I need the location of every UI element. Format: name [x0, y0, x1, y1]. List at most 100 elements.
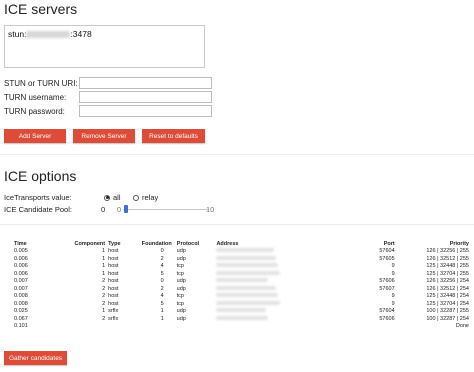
cell-type: srflx — [108, 308, 119, 315]
redacted-address — [216, 255, 277, 260]
cell-time: 0.006 — [14, 255, 28, 262]
radio-relay[interactable] — [133, 194, 139, 201]
header-port: Port — [383, 240, 395, 247]
redacted-address — [216, 285, 277, 290]
pool-label: ICE Candidate Pool: — [4, 205, 72, 214]
pool-slider-thumb[interactable] — [124, 205, 128, 213]
redacted-address — [216, 308, 267, 313]
cell-port: 57604 — [379, 248, 395, 255]
cell-address — [212, 293, 345, 299]
password-input[interactable] — [79, 105, 212, 117]
cell-port: 57606 — [379, 315, 395, 322]
cell-component: 1 — [102, 248, 106, 255]
transport-all-option[interactable]: all — [104, 193, 121, 202]
gather-candidates-button[interactable]: Gather candidates — [4, 351, 67, 365]
cell-type: host — [108, 270, 119, 277]
cell-time: 0.025 — [14, 308, 28, 315]
cell-address — [212, 263, 345, 269]
table-row: 0.006 1 host 4 tcp 9 125 | 32448 | 255 — [14, 263, 469, 271]
cell-time: 0.007 — [14, 285, 28, 292]
cell-priority: 125 | 32704 | 255 — [426, 270, 469, 277]
candidate-rows: 0.005 1 host 0 udp 57604 126 | 32256 | 255 0.00… — [14, 248, 469, 331]
cell-component: 2 — [102, 278, 106, 285]
redacted-address — [216, 248, 275, 253]
cell-protocol: udp — [176, 285, 186, 292]
ice-server-entry[interactable]: stun: :3478 — [8, 29, 201, 39]
transport-relay-option[interactable]: relay — [133, 193, 158, 202]
cell-protocol: tcp — [176, 270, 184, 277]
password-label: TURN password: — [4, 106, 65, 116]
redacted-address — [216, 300, 281, 305]
cell-component: 1 — [102, 308, 106, 315]
cell-port: 57604 — [379, 308, 395, 315]
cell-port: 57607 — [379, 285, 395, 292]
candidates-table: Time Component Type Foundation Protocol … — [14, 240, 469, 330]
table-row: 0.025 1 srflx 1 udp 57604 100 | 32287 | 255 — [14, 308, 469, 316]
transports-label: IceTransports value: — [4, 193, 72, 202]
cell-protocol: udp — [176, 308, 186, 315]
reset-defaults-button[interactable]: Reset to defaults — [142, 129, 205, 143]
pool-max-label: 10 — [206, 205, 215, 214]
cell-address — [212, 278, 345, 284]
table-row: 0.005 1 host 0 udp 57604 126 | 32256 | 255 — [14, 248, 469, 256]
cell-time: 0.101 — [14, 323, 28, 330]
pool-min-label: 0 — [117, 205, 122, 214]
username-input[interactable] — [79, 91, 212, 103]
remove-server-button[interactable]: Remove Server — [73, 129, 135, 143]
redacted-address — [216, 315, 269, 320]
cell-foundation: 1 — [160, 315, 164, 322]
redacted-address — [216, 263, 279, 268]
table-row: 0.006 1 host 5 tcp 9 125 | 32704 | 255 — [14, 270, 469, 278]
cell-priority: 126 | 32512 | 255 — [426, 255, 469, 262]
cell-time: 0.006 — [14, 263, 28, 270]
username-row: TURN username: — [4, 91, 212, 103]
cell-address — [212, 285, 345, 292]
table-row: 0.008 2 host 4 tcp 9 125 | 32448 | 254 — [14, 293, 469, 301]
cell-address — [212, 270, 345, 277]
add-server-button[interactable]: Add Server — [4, 129, 66, 143]
header-priority: Priority — [449, 240, 469, 247]
cell-priority: 125 | 32448 | 255 — [426, 263, 469, 270]
ice-server-list[interactable]: stun: :3478 — [4, 25, 205, 68]
cell-type: host — [108, 263, 119, 270]
header-protocol: Protocol — [176, 240, 200, 247]
uri-input[interactable] — [79, 77, 212, 89]
pool-slider-track[interactable] — [123, 209, 209, 210]
password-row: TURN password: — [4, 105, 212, 117]
cell-time: 0.008 — [14, 300, 28, 307]
cell-port: 9 — [391, 293, 395, 300]
cell-component: 2 — [102, 293, 106, 300]
cell-foundation: 0 — [160, 278, 164, 285]
table-row: 0.007 2 host 2 udp 57607 126 | 32512 | 254 — [14, 285, 469, 293]
cell-component: 1 — [102, 270, 106, 277]
header-foundation: Foundation — [141, 240, 172, 247]
cell-type: host — [108, 293, 119, 300]
cell-component: 1 — [102, 255, 106, 262]
cell-time: 0.007 — [14, 278, 28, 285]
ice-options-title: ICE options — [4, 168, 77, 184]
cell-protocol: tcp — [176, 293, 184, 300]
server-suffix: :3478 — [70, 29, 92, 39]
table-row: 0.007 2 host 0 udp 57606 126 | 32256 | 254 — [14, 278, 469, 286]
cell-priority: 126 | 32512 | 254 — [426, 285, 469, 292]
radio-all[interactable] — [104, 194, 110, 201]
cell-port: 9 — [391, 263, 395, 270]
cell-address — [212, 315, 345, 322]
uri-row: STUN or TURN URI: — [4, 77, 212, 89]
server-prefix: stun: — [8, 29, 27, 39]
cell-type: srflx — [108, 315, 119, 322]
cell-foundation: 5 — [160, 300, 164, 307]
cell-component: 2 — [102, 300, 106, 307]
cell-priority: 100 | 32287 | 255 — [426, 308, 469, 315]
cell-type: host — [108, 285, 119, 292]
cell-protocol: udp — [176, 248, 186, 255]
cell-component: 1 — [102, 263, 106, 270]
cell-priority: 125 | 32448 | 254 — [426, 293, 469, 300]
cell-protocol: udp — [176, 255, 186, 262]
transport-all-label: all — [113, 193, 121, 202]
table-row: 0.067 2 srflx 1 udp 57606 100 | 32287 | 254 — [14, 315, 469, 323]
cell-address — [212, 308, 345, 314]
redacted-address — [216, 278, 269, 283]
header-component: Component — [74, 240, 106, 247]
cell-address — [212, 255, 345, 262]
